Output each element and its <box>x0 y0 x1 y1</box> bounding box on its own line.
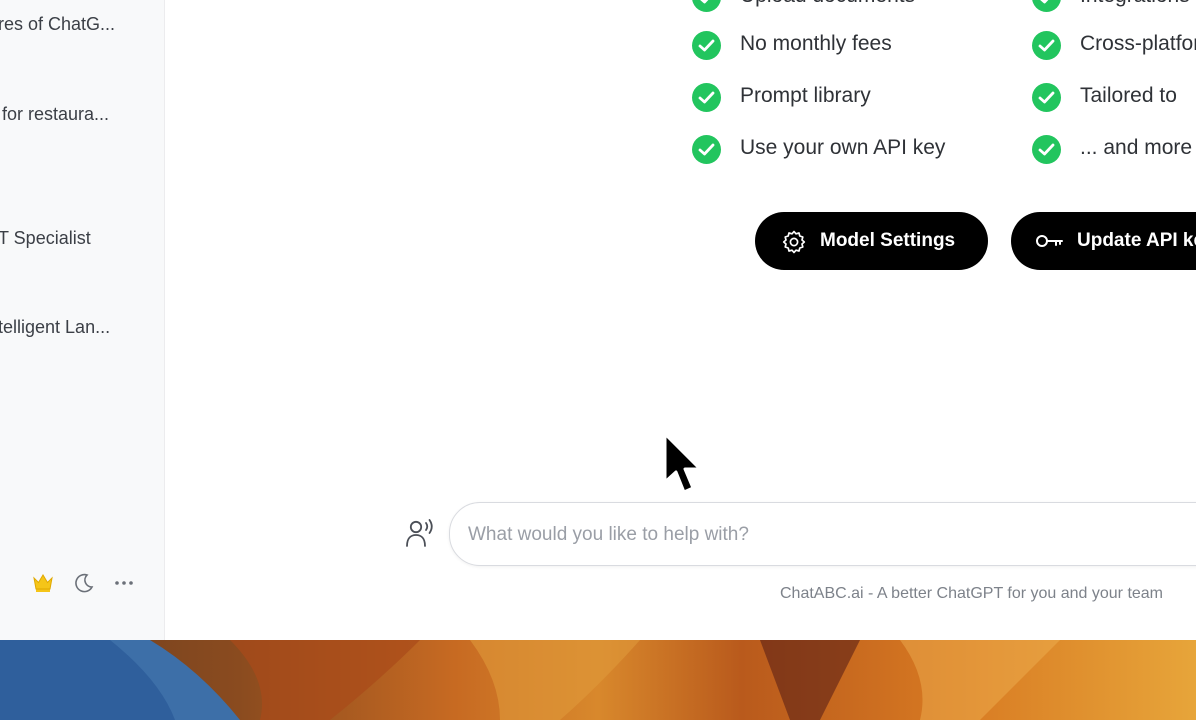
footer-note: ChatABC.ai - A better ChatGPT for you an… <box>780 585 1164 602</box>
feature-label: Tailored to <box>1080 84 1177 107</box>
sidebar-chat-item-label: for restaura... <box>2 104 110 124</box>
sidebar: res of ChatG... for restaura... T Specia… <box>0 0 165 640</box>
feature-item: Cross-platform <box>1032 30 1196 66</box>
check-icon <box>692 31 721 60</box>
chat-input[interactable] <box>466 517 1170 553</box>
check-icon <box>692 135 721 164</box>
chat-input-container <box>449 502 1196 566</box>
sidebar-chat-item-label: telligent Lan... <box>0 317 111 337</box>
desktop-wallpaper <box>0 640 1196 720</box>
wallpaper-art <box>0 640 1060 720</box>
feature-label: Cross-platform <box>1080 32 1196 55</box>
feature-item: No monthly fees <box>692 30 1012 66</box>
feature-item: Tailored to <box>1032 82 1196 118</box>
model-settings-label: Model Settings <box>820 230 956 251</box>
sidebar-chat-item-label: res of ChatG... <box>0 14 116 34</box>
check-icon <box>1032 31 1061 60</box>
mouse-cursor-icon <box>663 432 702 494</box>
sidebar-chat-item[interactable]: telligent Lan... <box>0 317 160 341</box>
model-settings-button[interactable]: Model Settings <box>755 212 988 270</box>
feature-label: Use your own API key <box>740 136 946 159</box>
feature-item: Use your own API key <box>692 134 1012 170</box>
feature-label: No monthly fees <box>740 32 892 55</box>
check-icon <box>1032 135 1061 164</box>
gear-icon <box>782 230 806 254</box>
feature-item: Integrations <box>1032 0 1196 18</box>
check-icon <box>1032 83 1061 112</box>
feature-item: Prompt library <box>692 82 1012 118</box>
feature-item: Upload documents <box>692 0 1012 18</box>
feature-label: Prompt library <box>740 84 871 107</box>
sidebar-chat-item[interactable]: for restaura... <box>0 104 160 128</box>
more-icon[interactable] <box>111 570 137 596</box>
feature-label: Integrations <box>1080 0 1190 8</box>
update-api-key-button[interactable]: Update API key <box>1011 212 1196 270</box>
check-icon <box>692 83 721 112</box>
feature-label: ... and more <box>1080 136 1193 159</box>
feature-label: Upload documents <box>740 0 915 8</box>
sidebar-chat-item-label: T Specialist <box>0 228 91 248</box>
voice-icon[interactable] <box>404 517 436 549</box>
sidebar-footer <box>30 570 150 596</box>
feature-item: ... and more <box>1032 134 1196 170</box>
check-icon <box>1032 0 1061 12</box>
moon-icon[interactable] <box>71 570 97 596</box>
check-icon <box>692 0 721 12</box>
app-window: res of ChatG... for restaura... T Specia… <box>0 0 1196 640</box>
key-icon <box>1036 235 1063 247</box>
sidebar-chat-item[interactable]: T Specialist <box>0 228 160 252</box>
crown-icon[interactable] <box>30 570 56 596</box>
update-api-key-label: Update API key <box>1077 230 1196 251</box>
sidebar-chat-item[interactable]: res of ChatG... <box>0 14 160 38</box>
